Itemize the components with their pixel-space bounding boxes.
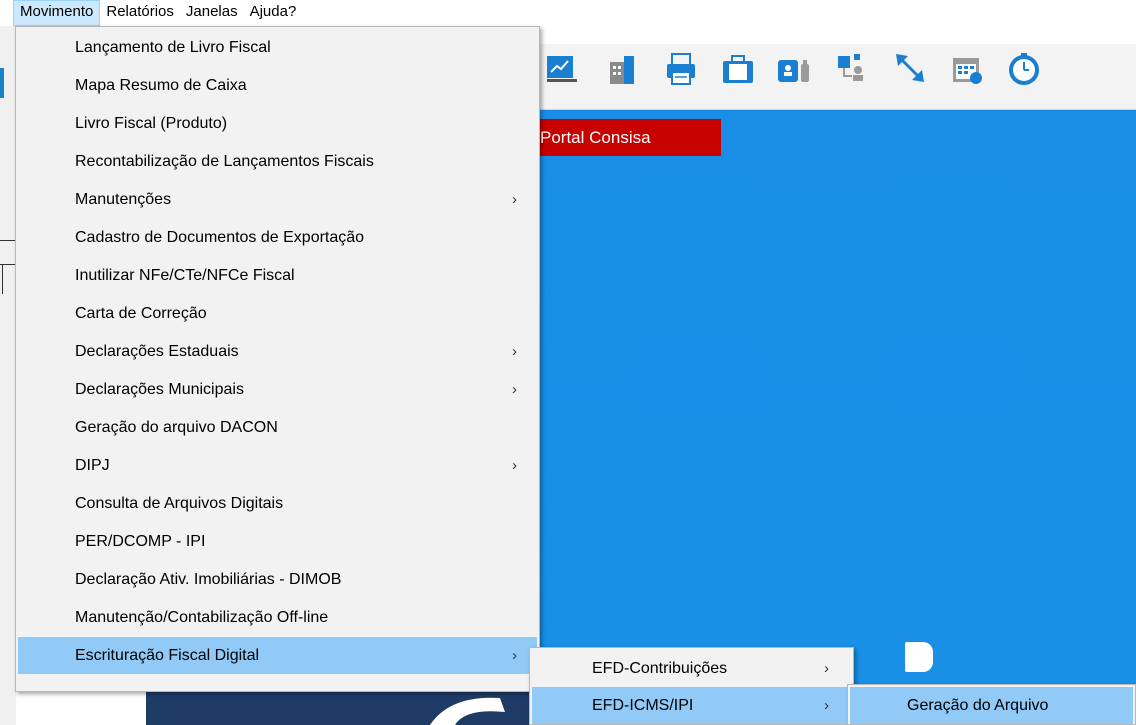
menu-item-manutencoes[interactable]: Manutenções › — [18, 181, 537, 218]
menu-item-label: Manutenções — [75, 191, 172, 208]
building-icon[interactable] — [604, 52, 640, 86]
person-tools-icon[interactable] — [776, 52, 812, 86]
chevron-right-icon: › — [512, 381, 517, 398]
chevron-right-icon: › — [824, 660, 829, 677]
menu-janelas[interactable]: Janelas — [180, 0, 244, 26]
menu-item-inutilizar-nfe-cte-nfce-fiscal[interactable]: Inutilizar NFe/CTe/NFCe Fiscal — [18, 257, 537, 294]
menu-item-efd-contribuicoes[interactable]: EFD-Contribuições › — [532, 650, 851, 687]
menu-item-label: Declarações Municipais — [75, 381, 244, 398]
menu-item-lancamento-de-livro-fiscal[interactable]: Lançamento de Livro Fiscal — [18, 29, 537, 66]
decorative-logo-shape — [430, 697, 505, 725]
menu-item-efd-icms-ipi[interactable]: EFD-ICMS/IPI › — [532, 687, 851, 724]
menu-item-label: Declaração Ativ. Imobiliárias - DIMOB — [75, 571, 342, 588]
menu-item-recontabilizacao-de-lancamentos-fiscais[interactable]: Recontabilização de Lançamentos Fiscais — [18, 143, 537, 180]
menu-item-dipj[interactable]: DIPJ › — [18, 447, 537, 484]
menu-ajuda[interactable]: Ajuda? — [244, 0, 303, 26]
menu-item-label: Escrituração Fiscal Digital — [75, 647, 260, 664]
menu-item-label: EFD-Contribuições — [592, 660, 728, 677]
chevron-right-icon: › — [512, 457, 517, 474]
chevron-right-icon: › — [512, 343, 517, 360]
chevron-right-icon: › — [512, 647, 517, 664]
clock-icon[interactable] — [1006, 52, 1042, 86]
menu-relatorios[interactable]: Relatórios — [100, 0, 180, 26]
menu-item-label: DIPJ — [75, 457, 110, 474]
menu-item-label: Inutilizar NFe/CTe/NFCe Fiscal — [75, 267, 295, 284]
menu-item-carta-de-correcao[interactable]: Carta de Correção — [18, 295, 537, 332]
menu-item-geracao-do-arquivo[interactable]: Geração do Arquivo — [850, 687, 1133, 724]
briefcase-icon[interactable] — [720, 52, 756, 86]
menu-item-livro-fiscal-produto[interactable]: Livro Fiscal (Produto) — [18, 105, 537, 142]
menu-item-label: Lançamento de Livro Fiscal — [75, 39, 271, 56]
efd-submenu: EFD-Contribuições › EFD-ICMS/IPI › — [529, 647, 854, 725]
chart-icon[interactable] — [544, 52, 580, 86]
toolbar — [540, 44, 1136, 110]
menu-item-geracao-do-arquivo-dacon[interactable]: Geração do arquivo DACON — [18, 409, 537, 446]
network-user-icon[interactable] — [834, 52, 870, 86]
menu-item-manutencao-contabilizacao-off-line[interactable]: Manutenção/Contabilização Off-line — [18, 599, 537, 636]
menu-item-consulta-de-arquivos-digitais[interactable]: Consulta de Arquivos Digitais — [18, 485, 537, 522]
chevron-right-icon: › — [512, 191, 517, 208]
menu-item-label: Consulta de Arquivos Digitais — [75, 495, 284, 512]
menu-item-label: PER/DCOMP - IPI — [75, 533, 206, 550]
menu-item-label: Recontabilização de Lançamentos Fiscais — [75, 153, 374, 170]
menu-item-label: Manutenção/Contabilização Off-line — [75, 609, 329, 626]
menu-item-label: Geração do arquivo DACON — [75, 419, 278, 436]
divider — [0, 240, 16, 241]
menu-item-label: Mapa Resumo de Caixa — [75, 77, 247, 94]
chevron-right-icon: › — [824, 697, 829, 714]
menu-item-label: Geração do Arquivo — [907, 697, 1049, 714]
left-accent — [0, 68, 4, 98]
divider — [2, 264, 3, 294]
menu-item-label: Declarações Estaduais — [75, 343, 239, 360]
menu-item-escrituracao-fiscal-digital[interactable]: Escrituração Fiscal Digital › — [18, 637, 537, 674]
left-panel — [0, 26, 16, 725]
menu-item-label: Cadastro de Documentos de Exportação — [75, 229, 365, 246]
menu-item-declaracoes-estaduais[interactable]: Declarações Estaduais › — [18, 333, 537, 370]
menu-item-cadastro-de-documentos-de-exportacao[interactable]: Cadastro de Documentos de Exportação — [18, 219, 537, 256]
menu-item-declaracao-ativ-imobiliarias-dimob[interactable]: Declaração Ativ. Imobiliárias - DIMOB — [18, 561, 537, 598]
menu-item-mapa-resumo-de-caixa[interactable]: Mapa Resumo de Caixa — [18, 67, 537, 104]
main-workspace — [540, 110, 1136, 725]
menu-item-label: Livro Fiscal (Produto) — [75, 115, 228, 132]
menu-bar: Movimento Relatórios Janelas Ajuda? — [0, 0, 1136, 26]
movimento-dropdown: Lançamento de Livro Fiscal Mapa Resumo de… — [15, 26, 540, 692]
portal-consisa-button[interactable]: Portal Consisa — [540, 119, 721, 156]
resize-arrow-icon[interactable] — [892, 52, 928, 86]
menu-item-per-dcomp-ipi[interactable]: PER/DCOMP - IPI — [18, 523, 537, 560]
decorative-shape — [905, 642, 933, 672]
menu-movimento[interactable]: Movimento — [13, 0, 101, 26]
printer-icon[interactable] — [664, 52, 700, 86]
calendar-icon[interactable] — [950, 52, 986, 86]
menu-item-label: EFD-ICMS/IPI — [592, 697, 694, 714]
efd-icms-submenu: Geração do Arquivo — [847, 684, 1136, 725]
menu-item-declaracoes-municipais[interactable]: Declarações Municipais › — [18, 371, 537, 408]
menu-item-label: Carta de Correção — [75, 305, 207, 322]
